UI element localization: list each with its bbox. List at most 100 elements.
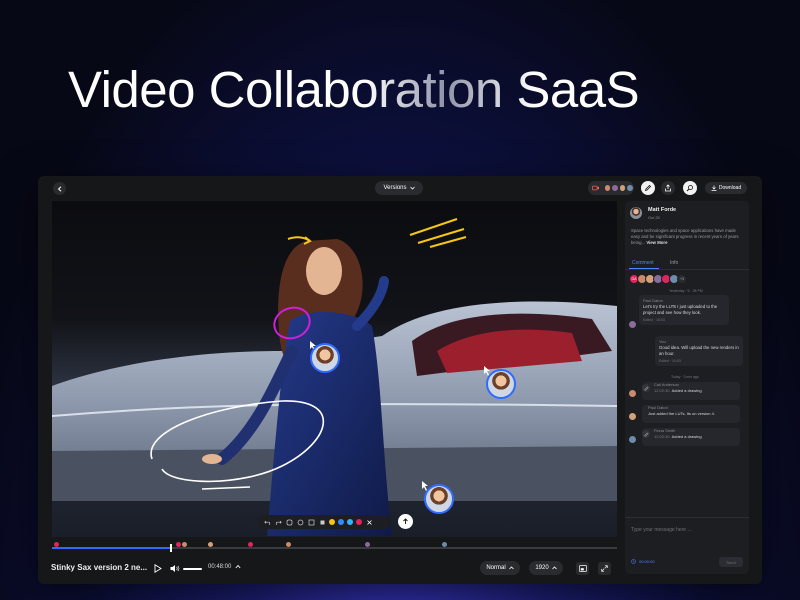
timeline-comment-marker[interactable] [176, 542, 181, 547]
shape-icon[interactable] [296, 518, 304, 526]
submit-annotation-button[interactable] [398, 514, 413, 529]
fullscreen-button[interactable] [598, 562, 611, 575]
video-title: Stinky Sax version 2 ne... [51, 563, 148, 572]
viewer-avatar [611, 184, 619, 192]
top-bar: Versions Download [38, 176, 762, 200]
date-separator: Yesterday · 5 · 28 PM [669, 289, 703, 293]
resolution-label: 1920 [535, 565, 549, 571]
timestamp-value: 00:00:00 [639, 559, 655, 564]
share-icon [665, 184, 671, 192]
post-date: Oct 25 [648, 215, 660, 220]
tab-comment[interactable]: Comment [632, 260, 654, 266]
comment-message[interactable]: Paul Daton Let's try the LUTs I just upl… [639, 295, 729, 325]
arrow-up-icon [403, 518, 408, 524]
timeline-comment-marker[interactable] [365, 542, 370, 547]
share-button[interactable] [661, 181, 675, 195]
pencil-icon [642, 430, 650, 438]
camera-icon [592, 185, 600, 191]
current-time: 00:48:00 [208, 564, 232, 570]
pen-icon [644, 184, 652, 192]
pen-tool-button[interactable] [641, 181, 655, 195]
square-icon[interactable] [318, 518, 326, 526]
download-button[interactable]: Download [705, 182, 747, 194]
collaborator-avatar[interactable] [486, 369, 516, 399]
tab-info[interactable]: Info [670, 260, 678, 266]
timeline-comment-marker[interactable] [286, 542, 291, 547]
undo-icon[interactable] [263, 518, 271, 526]
marker-icon[interactable] [285, 518, 293, 526]
rectangle-icon[interactable] [307, 518, 315, 526]
message-text: Good idea. Will upload the new renders i… [659, 345, 739, 356]
collaborator-avatar[interactable] [424, 484, 454, 514]
volume-slider[interactable] [183, 568, 202, 570]
viewer-avatar [603, 184, 612, 192]
player-controls: Stinky Sax version 2 ne... 00:48:00 Norm… [38, 556, 628, 584]
timestamp-toggle[interactable]: 00:00:00 [631, 559, 655, 564]
panel-tabs: Comment Info [625, 258, 749, 270]
message-meta: Edited · 10:53 [659, 359, 681, 363]
color-swatch-light-blue[interactable] [347, 519, 353, 525]
activity-item[interactable]: Paul Daton Just added the LUTs. Its on v… [642, 405, 740, 423]
participants-row: GA +3 [629, 274, 687, 284]
expand-icon [601, 565, 608, 572]
avatar [629, 390, 636, 397]
timeline-progress [52, 547, 171, 549]
color-swatch-blue[interactable] [338, 519, 344, 525]
resolution-dropdown[interactable]: 1920 [529, 561, 563, 575]
timeline-comment-marker[interactable] [182, 542, 187, 547]
chevron-up-icon[interactable] [235, 564, 241, 569]
timeline-comment-marker[interactable] [54, 542, 59, 547]
timeline-comment-marker[interactable] [442, 542, 447, 547]
send-button[interactable]: Send [719, 557, 743, 567]
timeline-comment-marker[interactable] [248, 542, 253, 547]
timeline-comment-marker[interactable] [208, 542, 213, 547]
versions-label: Versions [383, 185, 407, 191]
speed-label: Normal [486, 565, 506, 571]
activity-desc: Added a drawing [671, 434, 702, 439]
collaborator-avatar[interactable] [310, 343, 340, 373]
author-name: Matt Forde [648, 207, 677, 213]
message-composer: Type your message here ... 00:00:00 Send [625, 517, 749, 574]
color-swatch-yellow[interactable] [329, 519, 335, 525]
view-more-link[interactable]: View More [646, 240, 667, 245]
speed-dropdown[interactable]: Normal [480, 561, 520, 575]
clock-icon [631, 559, 636, 564]
video-canvas[interactable] [52, 201, 617, 537]
activity-author: Paul Daton [648, 405, 668, 410]
participant-more[interactable]: +3 [677, 274, 687, 284]
activity-text: Just added the LUTs. Its on version 4. [648, 411, 715, 416]
chevron-up-icon [551, 566, 557, 570]
back-button[interactable] [53, 182, 66, 195]
avatar [629, 321, 636, 328]
timeline[interactable] [52, 538, 617, 554]
activity-time: 12:02:30 [654, 434, 670, 439]
avatar [629, 436, 636, 443]
redo-icon[interactable] [274, 518, 282, 526]
comment-message-own[interactable]: You Good idea. Will upload the new rende… [655, 336, 743, 366]
versions-dropdown[interactable]: Versions [375, 181, 423, 195]
message-text: Let's try the LUTs I just uploaded to th… [643, 304, 718, 315]
viewer-avatar [626, 184, 634, 192]
message-input[interactable]: Type your message here ... [631, 527, 692, 533]
timeline-playhead[interactable] [170, 544, 172, 552]
chevron-up-icon [508, 566, 514, 570]
post-description: Space technologies and space application… [631, 228, 745, 247]
viewers-pill[interactable] [588, 181, 634, 195]
message-author: Paul Daton [643, 298, 663, 303]
activity-author: Cali Anderson [654, 382, 679, 387]
activity-item[interactable]: Cali Anderson 12:02:30 Added a drawing [642, 382, 740, 400]
volume-button[interactable] [170, 564, 180, 573]
close-icon[interactable] [365, 518, 373, 526]
annotation-toolbar [257, 515, 391, 529]
message-author: You [659, 339, 666, 344]
activity-text: 12:02:30 Added a drawing [654, 434, 702, 439]
volume-icon [170, 565, 180, 572]
search-button[interactable] [683, 181, 697, 195]
pencil-icon [642, 384, 650, 392]
comments-panel: Matt Forde Oct 25 Space technologies and… [625, 201, 749, 574]
download-label: Download [718, 185, 742, 191]
activity-item[interactable]: Fiona Smith 12:02:30 Added a drawing [642, 428, 740, 446]
color-swatch-red[interactable] [356, 519, 362, 525]
play-button[interactable] [154, 564, 162, 573]
pip-button[interactable] [576, 562, 589, 575]
